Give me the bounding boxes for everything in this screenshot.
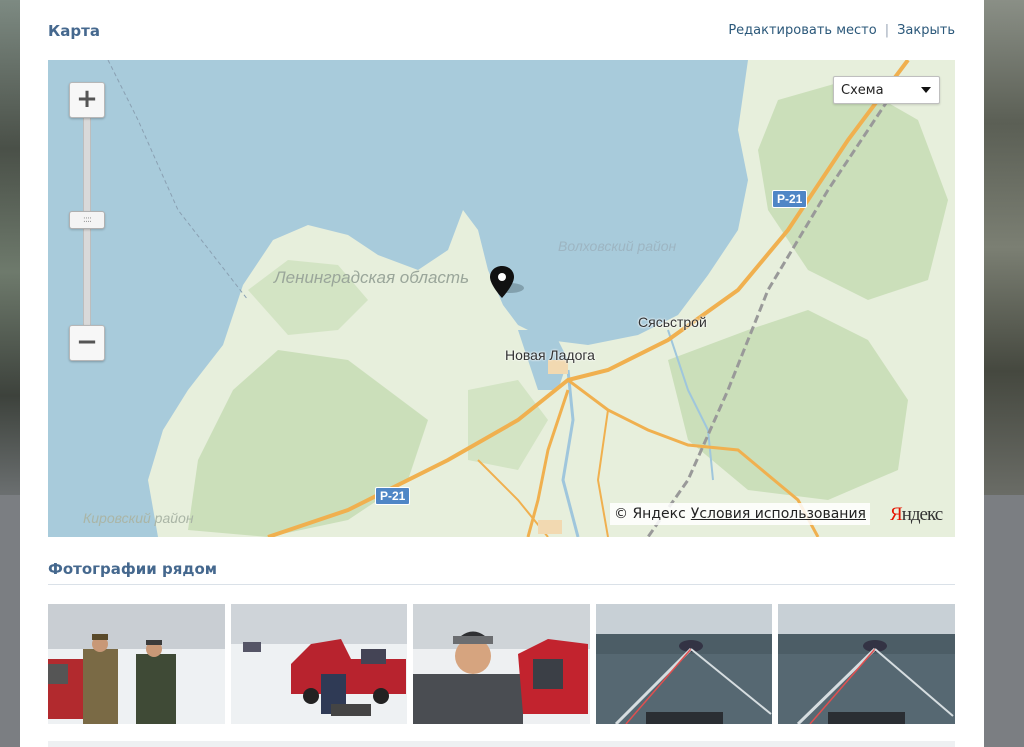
header-links: Редактировать место | Закрыть [728, 23, 955, 38]
nearby-photos-list [48, 604, 955, 724]
map-pin-icon[interactable] [489, 265, 515, 299]
photo-thumbnail[interactable] [230, 604, 408, 724]
nearby-photos-title: Фотографии рядом [48, 560, 218, 578]
bottom-strip [48, 741, 955, 747]
minus-icon[interactable]: − [69, 325, 105, 361]
map-copyright: © Яндекс Условия использования [610, 503, 870, 525]
copyright-text: © Яндекс [614, 506, 686, 522]
photo-man-in-hat [413, 604, 590, 724]
road-badge-r21-south: Р-21 [375, 487, 411, 505]
photo-thumbnail[interactable] [413, 604, 590, 724]
caret-down-icon [921, 87, 931, 93]
close-link[interactable]: Закрыть [897, 23, 955, 38]
label-volkhov-district: Волховский район [558, 238, 677, 254]
background-left-bottom [0, 495, 20, 747]
popup-title: Карта [48, 22, 100, 40]
plus-icon[interactable]: + [69, 82, 105, 118]
photo-thumbnail[interactable] [778, 604, 955, 724]
label-novaya-ladoga: Новая Ладога [505, 347, 595, 363]
label-leningrad-oblast: Ленинградская область [274, 268, 470, 287]
photo-red-cars-on-ice [230, 604, 408, 724]
background-photo-right [984, 0, 1024, 495]
road-badge-r21-north: Р-21 [772, 190, 808, 208]
background-right-bottom [984, 495, 1024, 747]
map-type-select[interactable]: Схема [833, 76, 940, 104]
terms-of-use-link[interactable]: Условия использования [691, 506, 866, 522]
zoom-slider-handle[interactable]: :::: [69, 211, 105, 229]
section-divider [48, 584, 955, 585]
photo-two-fishermen [48, 604, 225, 724]
background-photo-left [0, 0, 20, 495]
label-kirov-district: Кировский район [83, 510, 194, 526]
label-syasstroy: Сясьстрой [638, 314, 707, 330]
map-popup: Карта Редактировать место | Закрыть Лени… [20, 0, 984, 747]
edit-place-link[interactable]: Редактировать место [728, 23, 876, 38]
photo-boat-wake [595, 604, 773, 724]
photo-thumbnail[interactable] [595, 604, 773, 724]
yandex-logo[interactable]: Яндекс [890, 504, 943, 526]
link-separator: | [884, 23, 890, 38]
photo-boat-wake-2 [778, 604, 955, 724]
map-type-value: Схема [841, 83, 884, 98]
photo-thumbnail[interactable] [48, 604, 225, 724]
map-canvas[interactable]: Ленинградская область Волховский район К… [48, 60, 955, 537]
